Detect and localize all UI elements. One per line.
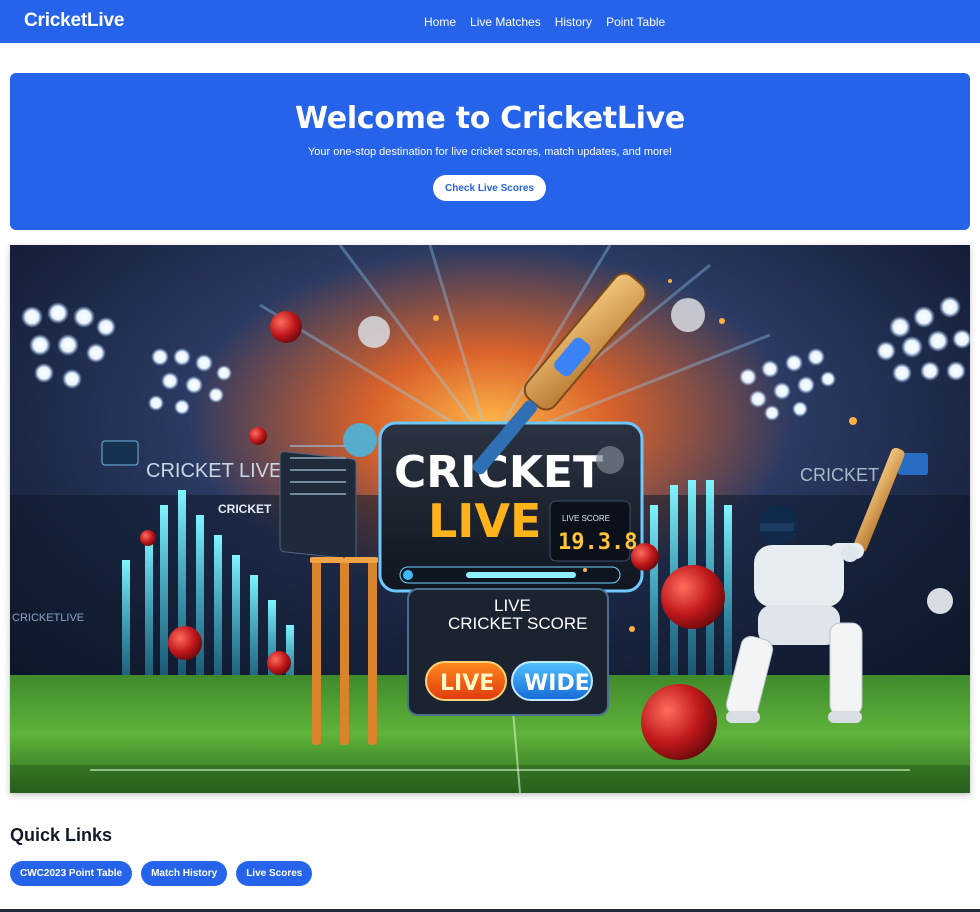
main-nav: Home Live Matches History Point Table xyxy=(424,15,665,29)
live-scores-link[interactable]: Live Scores xyxy=(236,861,313,886)
board-title-2: LIVE xyxy=(428,494,541,548)
score-label: LIVE SCORE xyxy=(562,514,610,523)
banner-right-sign: CRICKET xyxy=(800,465,879,485)
hero-subtitle: Your one-stop destination for live crick… xyxy=(307,146,672,158)
nav-live-matches-link[interactable]: Live Matches xyxy=(470,15,541,29)
hero-section: Welcome to CricketLive Your one-stop des… xyxy=(10,73,970,230)
brand-logo[interactable]: CricketLive xyxy=(24,10,124,32)
board-wide-button: WIDE xyxy=(524,671,590,696)
score-value: 19.3.8 xyxy=(558,530,637,555)
board-live-button: LIVE xyxy=(440,671,494,696)
top-navbar: CricketLive Home Live Matches History Po… xyxy=(0,0,980,43)
quick-links-list: CWC2023 Point Table Match History Live S… xyxy=(10,861,313,886)
hero-title: Welcome to CricketLive xyxy=(295,101,685,136)
cricket-live-banner-image: CRICKET LIVE CRICKET CRICKETLIVE CRICKET xyxy=(10,245,970,793)
banner-logo-text: CRICKET LIVE xyxy=(146,460,282,482)
nav-history-link[interactable]: History xyxy=(555,15,592,29)
cwc2023-point-table-link[interactable]: CWC2023 Point Table xyxy=(10,861,133,886)
board-sub-1: LIVE xyxy=(494,596,531,615)
banner-small-logo: CRICKET xyxy=(218,502,272,516)
match-history-link[interactable]: Match History xyxy=(141,861,228,886)
nav-home-link[interactable]: Home xyxy=(424,15,456,29)
check-live-scores-button[interactable]: Check Live Scores xyxy=(433,175,546,201)
board-sub-2: CRICKET SCORE xyxy=(448,614,588,633)
nav-point-table-link[interactable]: Point Table xyxy=(606,15,665,29)
banner-side-text: CRICKETLIVE xyxy=(12,612,84,624)
quick-links-title: Quick Links xyxy=(10,825,113,845)
